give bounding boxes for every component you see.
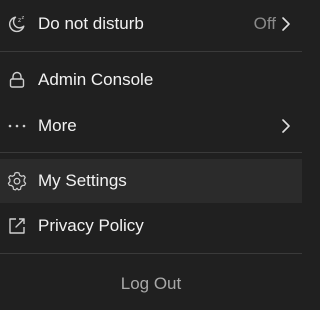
user-menu: z z Do not disturb Off Admin Console Mor…	[0, 0, 302, 310]
chevron-right-icon	[280, 118, 292, 134]
external-link-icon	[6, 215, 28, 237]
svg-text:z: z	[22, 15, 25, 21]
divider	[0, 152, 302, 153]
divider	[0, 51, 302, 52]
do-not-disturb-label: Do not disturb	[38, 14, 144, 33]
gear-icon	[6, 170, 28, 192]
lock-icon	[6, 69, 28, 91]
privacy-policy-label: Privacy Policy	[38, 216, 144, 235]
divider	[0, 253, 302, 254]
my-settings-item[interactable]: My Settings	[0, 159, 302, 203]
do-not-disturb-item[interactable]: z z Do not disturb Off	[0, 2, 302, 46]
more-item[interactable]: More	[0, 104, 302, 148]
log-out-button[interactable]: Log Out	[0, 262, 302, 306]
privacy-policy-item[interactable]: Privacy Policy	[0, 204, 302, 248]
more-dots-icon	[6, 115, 28, 137]
admin-console-label: Admin Console	[38, 70, 154, 89]
my-settings-label: My Settings	[38, 171, 127, 190]
moon-zzz-icon: z z	[6, 13, 28, 35]
chevron-right-icon	[280, 16, 292, 32]
more-label: More	[38, 116, 77, 135]
do-not-disturb-status: Off	[253, 14, 276, 33]
admin-console-item[interactable]: Admin Console	[0, 58, 302, 102]
